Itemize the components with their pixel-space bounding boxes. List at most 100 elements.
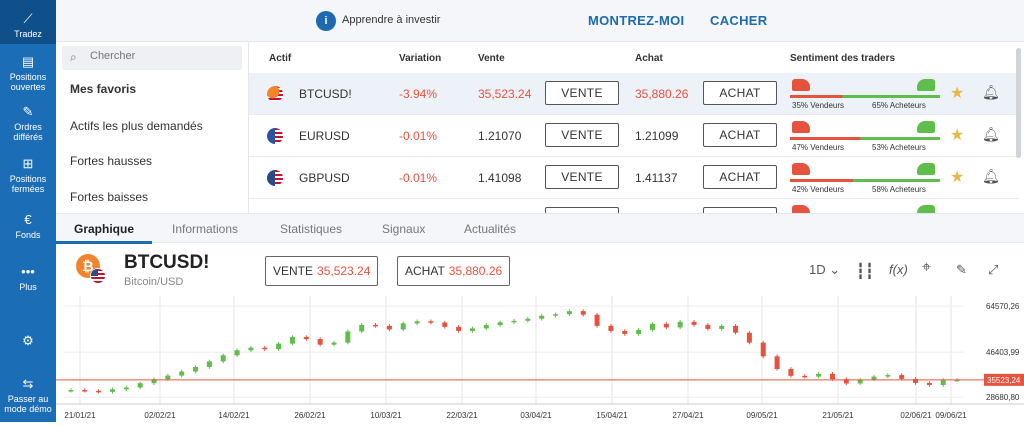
sidebar-item-tradez[interactable]: ⟋ Tradez [0,0,56,44]
tab-statistiques[interactable]: Statistiques [280,222,342,236]
sell-button[interactable]: VENTE [545,81,619,105]
settings-button[interactable]: ⚙ [0,333,56,351]
tab-actualites[interactable]: Actualités [464,222,516,236]
x-tick-label: 10/03/21 [370,411,402,420]
search-input[interactable] [90,50,230,62]
buy-button[interactable]: ACHAT [703,81,777,105]
sell-price: 35,523.24 [478,87,532,101]
favorite-star-icon[interactable]: ★ [950,167,964,187]
candle-body [788,368,794,376]
alert-bell-icon[interactable]: 🔔︎ [982,126,1000,143]
candle-body [760,342,766,357]
candle-body [345,331,351,343]
tab-signaux[interactable]: Signaux [382,222,425,236]
asset-symbol: GBPUSD [299,171,350,185]
sidebar-item-positions-fermees[interactable]: ⊞ Positions fermées [0,156,56,194]
sidebar-item-label: Passer au mode démo [4,394,52,414]
candle-body [663,323,669,328]
x-tick-label: 02/02/21 [144,411,176,420]
demo-mode-button[interactable]: ⇆ Passer au mode démo [0,376,56,414]
candle-body [193,366,199,372]
candle-body [373,324,379,327]
filter-most-demanded[interactable]: Actifs les plus demandés [70,119,203,133]
candle-body [82,390,88,392]
candle-body [774,356,780,369]
hide-link[interactable]: CACHER [710,13,767,28]
chart-sell-button[interactable]: VENTE 35,523.24 [265,256,379,286]
show-me-link[interactable]: MONTREZ-MOI [588,13,684,28]
settings-icon: ⚙ [22,333,34,348]
crosshair-icon[interactable]: ⌖ [922,259,931,277]
favorite-star-icon[interactable]: ★ [950,125,964,145]
instrument-name: Bitcoin/USD [124,276,184,288]
eur-usd-flag-icon [267,128,283,144]
sell-button[interactable]: VENTE [545,165,619,189]
sell-button[interactable]: VENTE [545,123,619,147]
table-row[interactable] [249,199,1019,213]
fullscreen-icon[interactable]: ⤢ [988,262,998,278]
filter-top-losers[interactable]: Fortes baisses [70,190,148,204]
table-scrollbar[interactable] [1016,48,1021,158]
chart-buy-button[interactable]: ACHAT 35,880.26 [397,256,511,286]
header-buy: Achat [635,53,663,64]
buy-button[interactable]: ACHAT [703,165,777,189]
sentiment-bar [790,95,940,98]
filter-favorites[interactable]: Mes favoris [70,82,136,96]
candle-body [428,321,434,323]
sellers-label: 47% Vendeurs [792,143,845,152]
sidebar-item-label: Ordres différés [13,122,43,142]
alert-bell-icon[interactable]: 🔔︎ [982,168,1000,185]
table-row[interactable]: GBPUSD -0.01% 1.41098 VENTE 1.41137 ACHA… [249,157,1019,199]
candle-body [829,373,835,380]
candle-body [456,326,462,331]
candle-body [262,347,268,350]
x-tick-label: 21/05/21 [822,411,854,420]
bull-icon [917,121,935,133]
asset-table: Actif Variation Vente Achat Sentiment de… [249,42,1024,213]
price-chart[interactable]: 21/01/21 02/02/21 14/02/21 26/02/21 10/03/21… [56,296,1024,422]
candle-body [649,323,655,330]
indicators-fx-icon[interactable]: f(x) [889,262,908,277]
candle-body [746,332,752,343]
sidebar-item-plus[interactable]: ••• Plus [0,264,56,292]
sidebar-item-fonds[interactable]: € Fonds [0,212,56,240]
chevron-down-icon: ⌄ [829,262,841,277]
candle-body [317,339,323,345]
sidebar-item-label: Plus [19,282,37,292]
buy-button[interactable]: ACHAT [703,123,777,147]
timeframe-select[interactable]: 1D ⌄ [809,262,840,278]
candle-body [511,320,517,323]
sidebar: ⟋ Tradez ▤ Positions ouvertes ✎ Ordres d… [0,0,56,422]
x-tick-label: 22/03/21 [446,411,478,420]
x-tick-label: 09/05/21 [746,411,778,420]
sidebar-item-ordres-differes[interactable]: ✎ Ordres différés [0,104,56,142]
table-row[interactable]: BTCUSD! -3.94% 35,523.24 VENTE 35,880.26… [249,73,1019,115]
table-row[interactable]: EURUSD -0.01% 1.21070 VENTE 1.21099 ACHA… [249,115,1019,157]
candle-body [442,322,448,327]
current-price-label: 35523,24 [987,376,1021,385]
alert-bell-icon[interactable]: 🔔︎ [982,84,1000,101]
candle-type-icon[interactable]: ┇┇ [856,262,874,280]
x-tick-label: 21/01/21 [64,411,96,420]
sidebar-item-positions-ouvertes[interactable]: ▤ Positions ouvertes [0,54,56,92]
buyers-label: 53% Acheteurs [872,143,926,152]
sidebar-item-label: Fonds [15,230,41,240]
sellers-label: 35% Vendeurs [792,101,845,110]
candle-body [608,325,614,331]
tab-graphique[interactable]: Graphique [74,222,134,236]
candle-body [303,337,309,340]
candle-body [68,390,74,392]
more-icon: ••• [21,264,35,279]
tab-informations[interactable]: Informations [172,222,238,236]
candle-body [553,314,559,316]
candle-body [206,361,212,367]
favorite-star-icon[interactable]: ★ [950,83,964,103]
buy-price: 1.41137 [635,171,678,185]
candle-body [525,318,531,321]
filter-top-gainers[interactable]: Fortes hausses [70,154,152,168]
draw-pencil-icon[interactable]: ✎ [956,262,967,278]
candle-body [331,342,337,345]
candle-body [539,315,545,319]
learn-text: Apprendre à investir [342,14,441,26]
x-tick-label: 02/06/21 [900,411,932,420]
